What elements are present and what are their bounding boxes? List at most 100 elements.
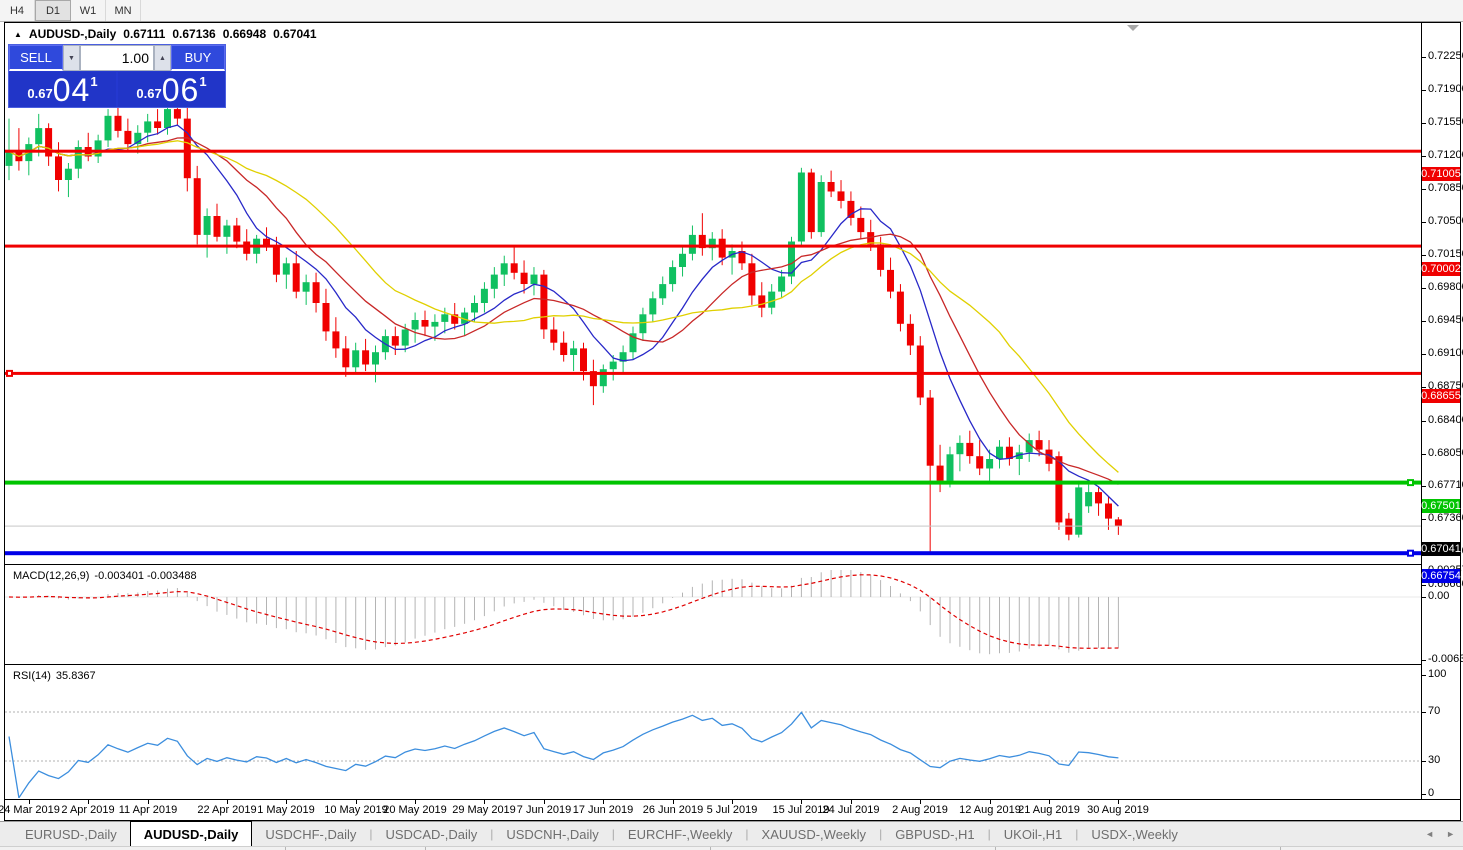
axis-tick: [1422, 189, 1426, 190]
date-label: 22 Apr 2019: [197, 804, 256, 816]
chart-window: ▲ AUDUSD-,Daily 0.67111 0.67136 0.66948 …: [4, 22, 1461, 821]
macd-values: -0.003401 -0.003488: [94, 570, 196, 582]
date-axis[interactable]: 24 Mar 2019 2 Apr 2019 11 Apr 2019 22 Ap…: [5, 799, 1460, 820]
timeframe-toolbar: H4D1W1MN: [0, 0, 1463, 22]
level-price-badge: 0.66754: [1422, 569, 1460, 583]
chart-tab-ukoil[interactable]: UKOil-,H1: [991, 822, 1076, 846]
axis-tick-label: 0.69450: [1428, 314, 1463, 326]
chevron-down-icon: ▼: [68, 55, 75, 62]
sell-price-pip: 1: [90, 74, 97, 89]
date-label: 24 Jul 2019: [823, 804, 880, 816]
axis-tick: [1422, 255, 1426, 256]
chart-tab-bar: EURUSD-,DailyAUDUSD-,DailyUSDCHF-,Daily|…: [0, 821, 1463, 846]
axis-tick: [1422, 454, 1426, 455]
axis-tick: [1422, 761, 1426, 762]
one-click-trading-panel: SELL ▼ 1.00 ▲ BUY 0.67 04 1: [8, 44, 226, 108]
axis-tick-label: 0.71200: [1428, 149, 1463, 161]
rsi-tick-label: 100: [1428, 668, 1446, 680]
axis-tick: [1422, 321, 1426, 322]
rsi-tick-label: 30: [1428, 754, 1440, 766]
buy-price-display[interactable]: 0.67 06 1: [118, 72, 225, 107]
timeframe-button-w1[interactable]: W1: [71, 0, 106, 21]
axis-tick: [1422, 387, 1426, 388]
date-label: 5 Jul 2019: [707, 804, 758, 816]
axis-tick-label: 0.67360: [1428, 512, 1463, 524]
timeframe-button-h4[interactable]: H4: [0, 0, 35, 21]
chevron-up-icon: ▲: [159, 55, 166, 62]
date-label: 26 Jun 2019: [643, 804, 704, 816]
axis-tick-label: 0.72250: [1428, 50, 1463, 62]
axis-tick-label: 0.70500: [1428, 215, 1463, 227]
date-label: 12 Aug 2019: [959, 804, 1021, 816]
sell-price-display[interactable]: 0.67 04 1: [9, 72, 116, 107]
axis-tick: [1422, 675, 1426, 676]
buy-price-big: 06: [162, 75, 200, 105]
buy-button[interactable]: BUY: [171, 45, 225, 71]
level-price-badge: 0.71005: [1422, 167, 1460, 181]
rsi-tick-label: 70: [1428, 705, 1440, 717]
rsi-name: RSI(14): [13, 670, 51, 682]
axis-tick: [1422, 421, 1426, 422]
chart-tab-eurchf[interactable]: EURCHF-,Weekly: [615, 822, 746, 846]
chart-shift-icon: [1127, 25, 1139, 31]
macd-name: MACD(12,26,9): [13, 570, 89, 582]
volume-decrease-button[interactable]: ▼: [63, 45, 80, 71]
ohlc-open: 0.67111: [123, 27, 165, 41]
chart-tab-gbpusd[interactable]: GBPUSD-,H1: [882, 822, 987, 846]
axis-tick: [1422, 288, 1426, 289]
axis-tick: [1422, 123, 1426, 124]
level-price-badge: 0.68655: [1422, 389, 1460, 403]
date-label: 15 Jul 2019: [773, 804, 830, 816]
date-label: 29 May 2019: [452, 804, 516, 816]
level-price-badge: 0.70002: [1422, 262, 1460, 276]
axis-tick: [1422, 57, 1426, 58]
chart-tab-xauusd[interactable]: XAUUSD-,Weekly: [749, 822, 880, 846]
axis-tick: [1422, 486, 1426, 487]
chart-collapse-icon[interactable]: ▲: [14, 30, 22, 39]
tab-scroll-right-icon[interactable]: ►: [1446, 829, 1455, 839]
mt4-app: H4D1W1MN ▲ AUDUSD-,Daily 0.67111 0.67136…: [0, 0, 1463, 850]
axis-tick: [1422, 597, 1426, 598]
timeframe-button-d1[interactable]: D1: [35, 0, 71, 21]
chart-tab-usdcad[interactable]: USDCAD-,Daily: [372, 822, 490, 846]
sell-price-small: 0.67: [27, 86, 52, 101]
chart-tab-usdx[interactable]: USDX-,Weekly: [1078, 822, 1190, 846]
price-axis[interactable]: 0.72250 0.71900 0.71550 0.71200 0.70850 …: [1421, 23, 1460, 799]
axis-tick: [1422, 222, 1426, 223]
sell-button[interactable]: SELL: [9, 45, 63, 71]
chart-tab-eurusd[interactable]: EURUSD-,Daily: [12, 822, 130, 846]
sell-price-big: 04: [53, 75, 91, 105]
ohlc-close: 0.67041: [273, 27, 316, 41]
date-label: 1 May 2019: [257, 804, 314, 816]
chart-tab-usdchf[interactable]: USDCHF-,Daily: [252, 822, 369, 846]
date-label: 2 Aug 2019: [892, 804, 948, 816]
rsi-label: RSI(14) 35.8367: [13, 670, 96, 682]
axis-tick-label: 0.70850: [1428, 182, 1463, 194]
price-pane[interactable]: ▲ AUDUSD-,Daily 0.67111 0.67136 0.66948 …: [5, 23, 1421, 564]
axis-tick: [1422, 585, 1426, 586]
level-price-badge: 0.67501: [1422, 499, 1460, 513]
ohlc-high: 0.67136: [172, 27, 215, 41]
buy-price-small: 0.67: [136, 86, 161, 101]
axis-tick-label: 0.70150: [1428, 248, 1463, 260]
macd-chart: [5, 567, 1421, 664]
date-label: 2 Apr 2019: [61, 804, 114, 816]
axis-tick: [1422, 660, 1426, 661]
chart-tab-audusd[interactable]: AUDUSD-,Daily: [130, 821, 253, 846]
rsi-pane[interactable]: RSI(14) 35.8367: [5, 667, 1421, 798]
date-label: 24 Mar 2019: [0, 804, 60, 816]
tab-scroll-left-icon[interactable]: ◄: [1425, 829, 1434, 839]
axis-tick-label: 0.71550: [1428, 116, 1463, 128]
axis-tick-label: 0.71900: [1428, 83, 1463, 95]
volume-increase-button[interactable]: ▲: [154, 45, 171, 71]
date-label: 11 Apr 2019: [119, 804, 178, 816]
date-label: 30 Aug 2019: [1087, 804, 1149, 816]
macd-pane[interactable]: MACD(12,26,9) -0.003401 -0.003488: [5, 567, 1421, 664]
timeframe-button-mn[interactable]: MN: [106, 0, 141, 21]
chart-symbol-label: AUDUSD-,Daily: [29, 27, 116, 41]
date-label: 7 Jun 2019: [517, 804, 571, 816]
axis-tick-label: 0.67710: [1428, 479, 1463, 491]
volume-input[interactable]: 1.00: [80, 45, 154, 71]
axis-tick: [1422, 712, 1426, 713]
chart-tab-usdcnh[interactable]: USDCNH-,Daily: [493, 822, 611, 846]
